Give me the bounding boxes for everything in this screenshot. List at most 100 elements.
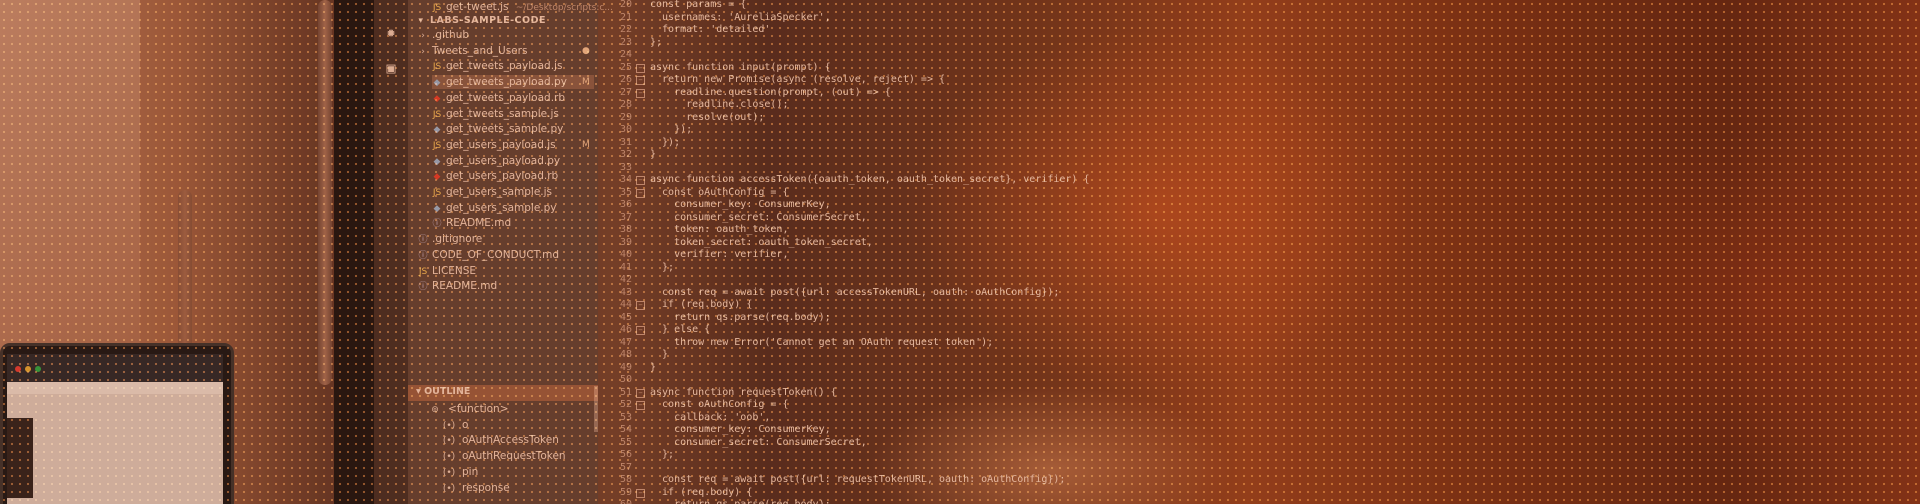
workspace-section-header[interactable]: ▾ LABS-SAMPLE-CODE	[416, 14, 546, 28]
code-line: });	[650, 136, 681, 148]
code-line: readline.question(prompt, (out) => {	[650, 86, 891, 98]
file-tree-item-label: README.md	[446, 217, 512, 230]
info-icon: ⓘ	[432, 219, 442, 230]
line-number: 48	[619, 349, 632, 360]
file-tree-item[interactable]: JS get_tweets_sample.js	[432, 107, 594, 121]
monitor-bezel	[334, 0, 374, 504]
file-tree-item-label: .github	[432, 29, 470, 41]
file-tree-item[interactable]: ◆ get_users_payload.rb	[432, 169, 594, 183]
code-line: }	[650, 349, 669, 360]
extensions-icon[interactable]: ▣	[383, 60, 399, 76]
fold-toggle-icon[interactable]: −	[636, 88, 645, 98]
line-number: 32	[619, 149, 632, 160]
code-line: token_secret: oauth_token_secret,	[650, 236, 873, 248]
file-tree-item[interactable]: JS get_users_payload.js M	[432, 138, 594, 152]
code-line: }	[650, 361, 657, 373]
line-number: 23	[619, 36, 632, 48]
line-number: 42	[619, 274, 632, 285]
file-tree-item[interactable]: ⓘ .gitignore	[418, 232, 594, 246]
code-line: const req = await post({url: accessToken…	[650, 286, 1060, 298]
fold-toggle-icon[interactable]: −	[636, 301, 645, 310]
fold-toggle-icon[interactable]: −	[636, 401, 645, 410]
fold-toggle-icon[interactable]: −	[636, 488, 645, 498]
line-number: 33	[619, 161, 632, 173]
file-tree-item[interactable]: ⓘ README.md	[418, 279, 594, 293]
file-tree-item[interactable]: ◆ get_tweets_payload.py M	[432, 75, 594, 90]
line-number: 31	[619, 136, 632, 148]
outline-item[interactable]: (•) pin	[440, 465, 478, 479]
file-tree-item[interactable]: ◆ get_tweets_sample.py	[432, 122, 594, 136]
file-tree-item[interactable]: › .github	[418, 28, 594, 42]
code-line: const params = {	[650, 0, 747, 10]
line-number: 60	[612, 498, 632, 504]
file-tree-item[interactable]: JS get_users_sample.js	[432, 185, 594, 199]
line-number: 26	[619, 74, 632, 85]
fold-toggle-icon[interactable]: −	[636, 176, 645, 185]
python-file-icon: ◆	[433, 125, 441, 136]
fold-toggle-icon[interactable]: −	[636, 326, 645, 335]
code-line: }	[650, 149, 657, 160]
code-line: });	[650, 124, 693, 135]
code-line: return qs.parse(req.body);	[650, 498, 831, 504]
code-line: };	[650, 449, 675, 460]
file-tree-item-label: get_users_sample.py	[446, 201, 557, 214]
outline-item-label: o	[462, 418, 469, 431]
minimize-dot-icon	[25, 366, 31, 372]
file-tree-item[interactable]: ⓘ README.md	[432, 216, 594, 230]
code-line: return qs.parse(req.body);	[650, 311, 831, 323]
file-tree-item[interactable]: ◆ get_users_payload.py	[432, 154, 594, 168]
laptop-browser-tabs	[7, 382, 223, 394]
outline-header[interactable]: ▾ OUTLINE	[408, 385, 598, 401]
line-number: 47	[619, 336, 632, 348]
fold-toggle-icon[interactable]: −	[636, 388, 645, 398]
variable-icon: (•)	[442, 420, 456, 431]
outline-item-label: response	[462, 481, 510, 494]
line-number: 21	[619, 11, 632, 23]
code-editor[interactable]: 20 const params = {21 usernames: 'Aurelia…	[598, 0, 1298, 504]
file-tree-item[interactable]: ⓘ CODE_OF_CONDUCT.md	[418, 248, 594, 262]
file-tree-item[interactable]: ◆ get_tweets_payload.rb	[432, 91, 594, 105]
code-line: };	[650, 36, 663, 48]
line-number: 53	[619, 411, 632, 423]
line-number: 51	[619, 386, 632, 398]
open-editor-item[interactable]: JS get-tweet.js ~/Desktop/scripts:c...	[432, 0, 613, 14]
code-line: resolve(out);	[650, 111, 765, 123]
fold-toggle-icon[interactable]: −	[636, 76, 645, 85]
code-line: if (req.body) {	[650, 299, 753, 310]
file-tree-item[interactable]: JS get_tweets_payload.js	[432, 59, 594, 73]
photo-background: ✹ ▣ JS get-tweet.js ~/Desktop/scripts:c..…	[0, 0, 1920, 504]
outline-item-label: oAuthAccessToken	[462, 434, 559, 447]
file-tree-item-label: CODE_OF_CONDUCT.md	[432, 248, 560, 261]
code-line: consumer_secret: ConsumerSecret,	[650, 436, 867, 448]
line-number: 35	[619, 186, 632, 198]
code-line: async function requestToken() {	[650, 386, 837, 398]
ruby-file-icon: ◆	[433, 172, 441, 183]
line-number: 56	[619, 449, 632, 460]
outline-item-label: <function>	[448, 403, 509, 415]
outline-item[interactable]: (•) oAuthRequestToken	[440, 449, 566, 463]
outline-item[interactable]: ⊚ <function>	[426, 402, 509, 416]
line-number: 40	[619, 249, 632, 260]
code-line: async function accessToken({oauth_token,…	[650, 174, 1090, 185]
code-line: const oAuthConfig = {	[650, 186, 789, 198]
debug-icon[interactable]: ✹	[383, 24, 399, 40]
code-line: consumer_key: ConsumerKey,	[650, 424, 831, 435]
outline-item-label: oAuthRequestToken	[462, 450, 566, 463]
outline-item[interactable]: (•) o	[440, 418, 469, 432]
file-tree-item-label: .gitignore	[432, 233, 483, 246]
file-tree-item[interactable]: ◆ get_users_sample.py	[432, 201, 594, 215]
fold-toggle-icon[interactable]: −	[636, 188, 645, 198]
javascript-file-icon: JS	[432, 3, 442, 13]
folder-icon: ›	[421, 31, 425, 41]
line-number: 46	[619, 324, 632, 335]
outline-item[interactable]: (•) response	[440, 481, 510, 495]
line-number: 30	[619, 124, 632, 135]
maximize-dot-icon	[35, 366, 41, 372]
fold-toggle-icon[interactable]: −	[636, 63, 645, 73]
folder-open-icon: ›	[421, 46, 425, 57]
code-line: const req = await post({url: requestToke…	[650, 474, 1066, 485]
file-tree-item[interactable]: › Tweets_and_Users ●	[418, 44, 594, 58]
outline-item[interactable]: (•) oAuthAccessToken	[440, 433, 559, 447]
file-tree-item[interactable]: JS LICENSE	[418, 264, 594, 278]
line-number: 45	[619, 311, 632, 323]
